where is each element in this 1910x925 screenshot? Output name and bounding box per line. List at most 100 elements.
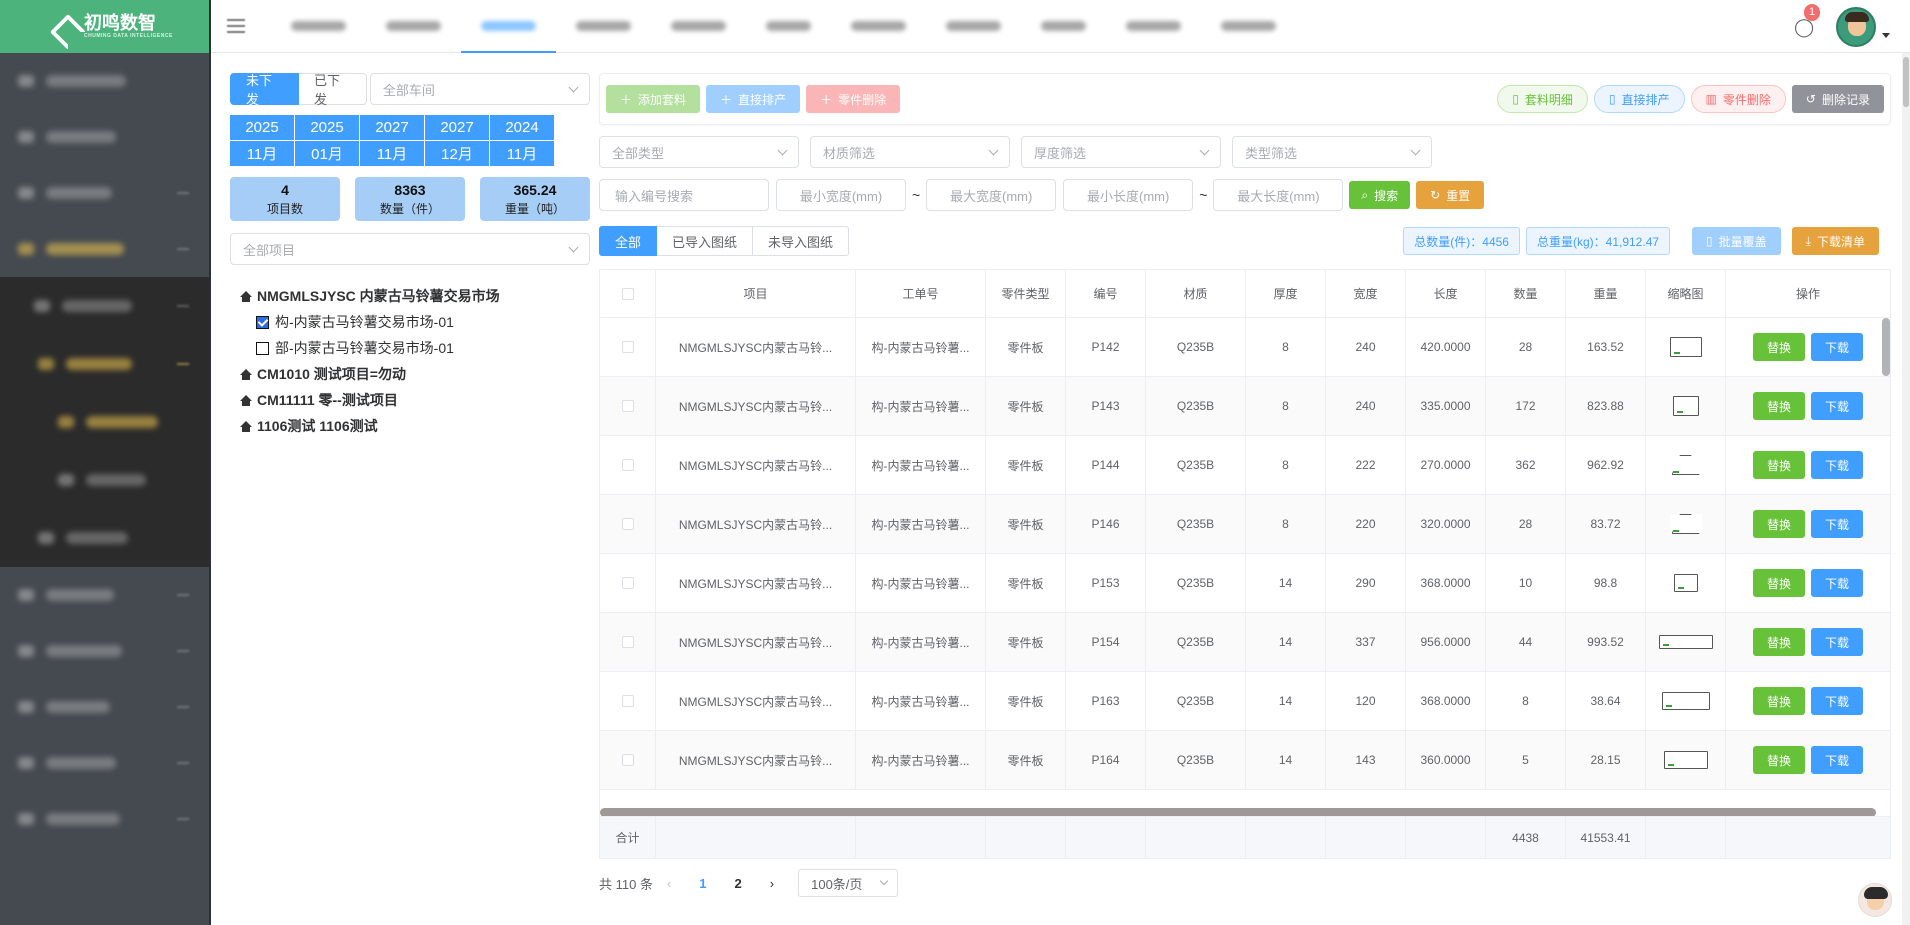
table-vertical-scrollbar[interactable] bbox=[1882, 318, 1890, 376]
direct-schedule-button[interactable]: ＋ 直接排产 bbox=[706, 85, 801, 113]
next-page-icon[interactable]: › bbox=[770, 876, 774, 891]
kind-select[interactable]: 类型筛选 bbox=[1232, 136, 1432, 168]
thickness-select[interactable]: 厚度筛选 bbox=[1021, 136, 1221, 168]
prev-page-icon[interactable]: ‹ bbox=[667, 876, 671, 891]
top-tab-5[interactable] bbox=[651, 0, 746, 53]
replace-button[interactable]: 替换 bbox=[1752, 451, 1805, 479]
menu-item-8[interactable] bbox=[0, 735, 209, 791]
tree-node[interactable]: CM1010 测试项目=勿动 bbox=[230, 361, 590, 387]
date-month[interactable]: 12月 bbox=[425, 141, 490, 167]
date-month[interactable]: 01月 bbox=[295, 141, 360, 167]
download-button[interactable]: 下载 bbox=[1811, 451, 1864, 479]
checkbox-checked-icon[interactable] bbox=[256, 315, 269, 329]
part-thumbnail[interactable] bbox=[1669, 455, 1702, 475]
nesting-detail-button[interactable]: ▯ 套料明细 bbox=[1497, 85, 1588, 113]
replace-button[interactable]: 替换 bbox=[1752, 569, 1805, 597]
page-size-select[interactable]: 100条/页 bbox=[798, 869, 899, 897]
tree-node[interactable]: 1106测试 1106测试 bbox=[230, 413, 590, 439]
min-length-input[interactable]: 最小长度(mm) bbox=[1063, 179, 1194, 211]
replace-button[interactable]: 替换 bbox=[1752, 510, 1805, 538]
tab-not-imported[interactable]: 未导入图纸 bbox=[753, 226, 850, 256]
download-button[interactable]: 下载 bbox=[1811, 333, 1864, 361]
menu-item-6[interactable] bbox=[0, 623, 209, 679]
tab-unissued[interactable]: 未下发 bbox=[230, 73, 299, 107]
download-button[interactable]: 下载 bbox=[1811, 392, 1864, 420]
max-width-input[interactable]: 最大宽度(mm) bbox=[926, 179, 1057, 211]
material-select[interactable]: 材质筛选 bbox=[810, 136, 1010, 168]
top-tab-8[interactable] bbox=[926, 0, 1021, 53]
tree-child[interactable]: 部-内蒙古马铃薯交易市场-01 bbox=[230, 335, 590, 361]
search-button[interactable]: ⌕ 搜索 bbox=[1349, 181, 1411, 209]
date-year[interactable]: 2027 bbox=[360, 115, 425, 141]
avatar[interactable] bbox=[1836, 6, 1876, 47]
tab-issued[interactable]: 已下发 bbox=[298, 73, 367, 107]
replace-button[interactable]: 替换 bbox=[1752, 392, 1805, 420]
top-tab-6[interactable] bbox=[746, 0, 831, 53]
type-select[interactable]: 全部类型 bbox=[599, 136, 799, 168]
top-tab-2[interactable] bbox=[366, 0, 461, 53]
reset-button[interactable]: ↻ 重置 bbox=[1416, 181, 1485, 209]
delete-part-button[interactable]: ＋ 零件删除 bbox=[806, 85, 901, 113]
max-length-input[interactable]: 最大长度(mm) bbox=[1213, 179, 1344, 211]
part-thumbnail[interactable] bbox=[1669, 337, 1702, 357]
download-button[interactable]: 下载 bbox=[1811, 687, 1864, 715]
submenu-item-5[interactable] bbox=[0, 509, 209, 567]
submenu-item-4[interactable] bbox=[0, 451, 209, 509]
tab-imported[interactable]: 已导入图纸 bbox=[657, 226, 754, 256]
assistant-avatar[interactable] bbox=[1858, 883, 1892, 917]
part-thumbnail[interactable] bbox=[1673, 574, 1698, 592]
part-thumbnail[interactable] bbox=[1661, 692, 1710, 710]
date-month[interactable]: 11月 bbox=[360, 141, 425, 167]
top-tab-active[interactable] bbox=[461, 0, 556, 53]
row-checkbox[interactable] bbox=[621, 754, 634, 766]
menu-item-9[interactable] bbox=[0, 791, 209, 847]
page-2[interactable]: 2 bbox=[735, 876, 742, 891]
part-thumbnail[interactable] bbox=[1658, 635, 1713, 649]
date-year[interactable]: 2024 bbox=[490, 115, 555, 141]
top-tab-9[interactable] bbox=[1021, 0, 1106, 53]
row-checkbox[interactable] bbox=[621, 695, 634, 707]
page-scrollbar[interactable] bbox=[1902, 53, 1910, 925]
replace-button[interactable]: 替换 bbox=[1752, 333, 1805, 361]
replace-button[interactable]: 替换 bbox=[1752, 628, 1805, 656]
tree-node[interactable]: NMGMLSJYSC 内蒙古马铃薯交易市场 bbox=[230, 283, 590, 309]
checkbox-icon[interactable] bbox=[621, 287, 634, 300]
replace-button[interactable]: 替换 bbox=[1752, 687, 1805, 715]
top-tab-1[interactable] bbox=[271, 0, 366, 53]
user-icon[interactable]: ◯ 1 bbox=[1794, 3, 1821, 37]
page-1[interactable]: 1 bbox=[699, 876, 706, 891]
row-checkbox[interactable] bbox=[621, 400, 634, 412]
download-button[interactable]: 下载 bbox=[1811, 510, 1864, 538]
batch-overwrite-button[interactable]: ▯ 批量覆盖 bbox=[1692, 227, 1781, 255]
checkbox-icon[interactable] bbox=[256, 341, 269, 355]
part-thumbnail[interactable] bbox=[1663, 751, 1708, 769]
menu-item-1[interactable] bbox=[0, 53, 209, 109]
date-month[interactable]: 11月 bbox=[490, 141, 555, 167]
delete-records-button[interactable]: ↺ 删除记录 bbox=[1791, 85, 1884, 113]
part-thumbnail[interactable] bbox=[1672, 396, 1699, 416]
tree-child[interactable]: 构-内蒙古马铃薯交易市场-01 bbox=[230, 309, 590, 335]
tab-all[interactable]: 全部 bbox=[599, 226, 658, 256]
row-checkbox[interactable] bbox=[621, 518, 634, 530]
date-year[interactable]: 2027 bbox=[425, 115, 490, 141]
date-year[interactable]: 2025 bbox=[295, 115, 360, 141]
delete-part-2-button[interactable]: ▥ 零件删除 bbox=[1690, 85, 1786, 113]
caret-down-icon[interactable] bbox=[1882, 33, 1890, 38]
project-select[interactable]: 全部项目 bbox=[230, 233, 590, 265]
date-month[interactable]: 11月 bbox=[230, 141, 295, 167]
download-button[interactable]: 下载 bbox=[1811, 569, 1864, 597]
download-list-button[interactable]: ⤓ 下载清单 bbox=[1791, 227, 1879, 255]
workshop-select[interactable]: 全部车间 bbox=[369, 73, 590, 105]
top-tab-7[interactable] bbox=[831, 0, 926, 53]
replace-button[interactable]: 替换 bbox=[1752, 746, 1805, 774]
part-thumbnail[interactable] bbox=[1669, 514, 1702, 534]
direct-schedule-2-button[interactable]: ▯ 直接排产 bbox=[1593, 85, 1685, 113]
submenu-item-1[interactable] bbox=[0, 277, 209, 335]
top-tab-11[interactable] bbox=[1201, 0, 1296, 53]
date-year[interactable]: 2025 bbox=[230, 115, 295, 141]
menu-item-4[interactable] bbox=[0, 221, 209, 277]
submenu-item-3[interactable] bbox=[0, 393, 209, 451]
top-tab-10[interactable] bbox=[1106, 0, 1201, 53]
menu-item-2[interactable] bbox=[0, 109, 209, 165]
logo[interactable]: 初鸣数智 CHUMING DATA INTELLIGENCE bbox=[0, 0, 209, 53]
